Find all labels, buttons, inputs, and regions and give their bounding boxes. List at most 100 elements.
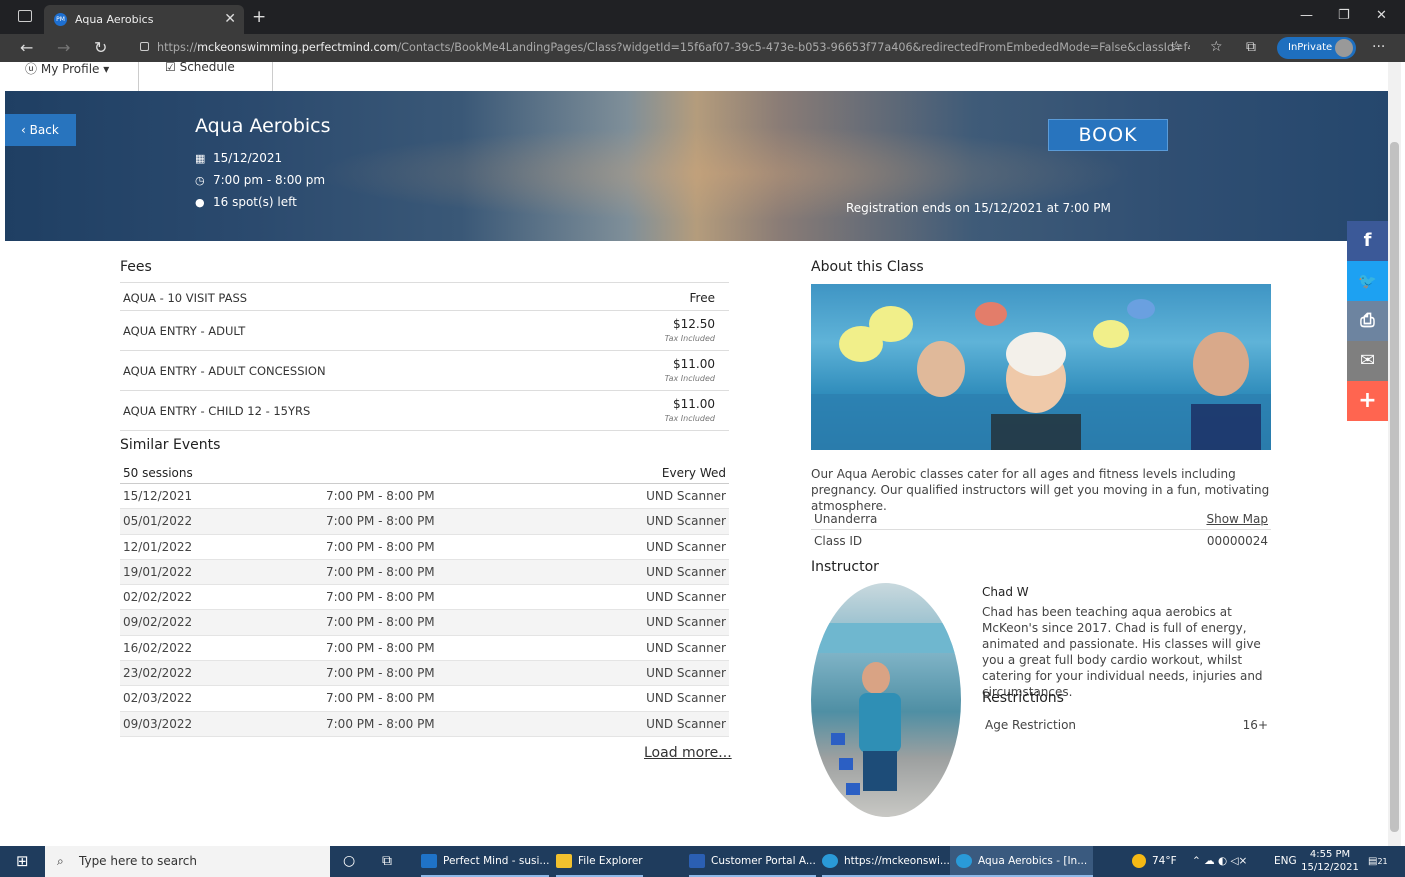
aqua-class-photo-illustration: [811, 299, 1271, 450]
url-field[interactable]: https://mckeonswimming.perfectmind.com/C…: [140, 38, 1190, 58]
registration-note: Registration ends on 15/12/2021 at 7:00 …: [846, 201, 1111, 215]
clock-icon: ◷: [195, 174, 205, 187]
print-icon[interactable]: ⎙: [1347, 301, 1388, 341]
event-row[interactable]: 12/01/2022 7:00 PM - 8:00 PM UND Scanner: [120, 535, 729, 560]
event-row[interactable]: 23/02/2022 7:00 PM - 8:00 PM UND Scanner: [120, 661, 729, 687]
new-tab-icon[interactable]: +: [252, 7, 266, 27]
browser-tab[interactable]: PM Aqua Aerobics ✕: [44, 5, 244, 34]
fees-list: AQUA - 10 VISIT PASS Free AQUA ENTRY - A…: [120, 282, 729, 431]
taskbar-app-edge[interactable]: https://mckeonswi...: [822, 846, 950, 877]
profile-avatar: [1335, 39, 1353, 57]
my-profile-menu[interactable]: ⓤ My Profile ▾: [25, 62, 109, 77]
show-map-link[interactable]: Show Map: [1206, 508, 1268, 530]
calendar-check-icon: ☑: [165, 62, 176, 74]
site-top-nav: ⓤ My Profile ▾ ☑ Schedule: [5, 62, 1388, 91]
tab-actions-icon[interactable]: [18, 10, 32, 22]
event-row[interactable]: 02/03/2022 7:00 PM - 8:00 PM UND Scanner: [120, 686, 729, 712]
class-spots: ● 16 spot(s) left: [195, 195, 297, 209]
facebook-share-icon[interactable]: f: [1347, 221, 1388, 261]
similar-events-heading: Similar Events: [120, 437, 221, 453]
back-button[interactable]: ‹ Back: [5, 114, 76, 146]
windows-start-icon[interactable]: ⊞: [16, 846, 29, 877]
cortana-icon[interactable]: ○: [343, 846, 355, 877]
book-button[interactable]: BOOK: [1048, 119, 1168, 151]
back-arrow-icon[interactable]: ←: [20, 38, 33, 57]
fee-row: AQUA ENTRY - ADULT CONCESSION $11.00 Tax …: [120, 351, 729, 391]
instructor-photo: [811, 583, 961, 817]
fees-heading: Fees: [120, 259, 152, 275]
system-tray-icons[interactable]: ⌃ ☁ ◐ ◁×: [1192, 846, 1247, 877]
taskbar-clock[interactable]: 4:55 PM 15/12/2021: [1300, 848, 1360, 874]
taskbar-app-word[interactable]: Customer Portal A...: [689, 846, 816, 877]
class-id-row: Class ID 00000024: [814, 534, 1268, 548]
collections-icon[interactable]: ⧉: [1246, 39, 1256, 55]
events-header: 50 sessions Every Wed: [120, 462, 729, 484]
taskbar-app-edge-inprivate[interactable]: Aqua Aerobics - [In...: [950, 846, 1094, 877]
event-row[interactable]: 05/01/2022 7:00 PM - 8:00 PM UND Scanner: [120, 509, 729, 535]
address-bar: ← → ↻ https://mckeonswimming.perfectmind…: [0, 34, 1405, 62]
minimize-icon[interactable]: —: [1300, 8, 1313, 23]
tab-title: Aqua Aerobics: [75, 13, 154, 26]
class-photo: [811, 284, 1271, 450]
page-scrollbar[interactable]: [1388, 62, 1401, 846]
event-row[interactable]: 02/02/2022 7:00 PM - 8:00 PM UND Scanner: [120, 585, 729, 611]
calendar-icon: ▦: [195, 152, 206, 165]
task-view-icon[interactable]: ⧉: [382, 846, 392, 877]
forward-arrow-icon[interactable]: →: [57, 38, 70, 57]
scrollbar-thumb[interactable]: [1390, 142, 1399, 832]
fee-row: AQUA ENTRY - ADULT $12.50 Tax Included: [120, 311, 729, 351]
notification-count: 21: [1377, 857, 1388, 866]
event-row[interactable]: 09/02/2022 7:00 PM - 8:00 PM UND Scanner: [120, 610, 729, 636]
refresh-icon[interactable]: ↻: [94, 38, 107, 57]
class-time: ◷ 7:00 pm - 8:00 pm: [195, 173, 326, 187]
about-heading: About this Class: [811, 259, 924, 275]
instructor-name: Chad W: [982, 585, 1029, 599]
nav-divider: [272, 62, 273, 91]
similar-events-table: 50 sessions Every Wed 15/12/2021 7:00 PM …: [120, 462, 729, 737]
class-title: Aqua Aerobics: [195, 115, 331, 137]
language-indicator[interactable]: ENG: [1274, 846, 1297, 877]
schedule-menu[interactable]: ☑ Schedule: [165, 62, 235, 74]
notification-center-icon[interactable]: ▤21: [1368, 846, 1388, 877]
location-row: Unanderra Show Map: [811, 508, 1271, 530]
event-row[interactable]: 09/03/2022 7:00 PM - 8:00 PM UND Scanner: [120, 711, 729, 737]
site-favicon-icon: PM: [54, 13, 67, 26]
windows-taskbar: ⊞ ⌕ Type here to search ○ ⧉ Perfect Mind…: [0, 846, 1405, 877]
taskbar-app-outlook[interactable]: Perfect Mind - susi...: [421, 846, 550, 877]
event-row[interactable]: 19/01/2022 7:00 PM - 8:00 PM UND Scanner: [120, 559, 729, 586]
person-icon: ●: [195, 196, 205, 209]
taskbar-search-input[interactable]: ⌕ Type here to search: [45, 846, 330, 877]
event-row[interactable]: 16/02/2022 7:00 PM - 8:00 PM UND Scanner: [120, 636, 729, 662]
instructor-bio: Chad has been teaching aqua aerobics at …: [982, 605, 1263, 699]
weather-widget[interactable]: 74°F: [1132, 846, 1177, 877]
event-row[interactable]: 15/12/2021 7:00 PM - 8:00 PM UND Scanner: [120, 484, 729, 510]
profile-icon: ⓤ: [25, 62, 38, 76]
load-more-link[interactable]: Load more...: [644, 745, 732, 761]
favorites-icon[interactable]: ☆: [1210, 39, 1223, 55]
browser-tab-bar: PM Aqua Aerobics ✕ + — ❐ ✕: [0, 0, 1405, 34]
instructor-heading: Instructor: [811, 559, 879, 575]
email-share-icon[interactable]: ✉: [1347, 341, 1388, 381]
close-tab-icon[interactable]: ✕: [224, 11, 236, 27]
class-description: Our Aqua Aerobic classes cater for all a…: [811, 467, 1270, 513]
more-menu-icon[interactable]: ···: [1372, 39, 1385, 55]
chevron-left-icon: ‹: [21, 123, 26, 137]
close-window-icon[interactable]: ✕: [1376, 8, 1387, 23]
taskbar-app-file-explorer[interactable]: File Explorer: [556, 846, 643, 877]
restrictions-heading: Restrictions: [982, 690, 1064, 706]
nav-divider: [138, 62, 139, 91]
fee-row: AQUA - 10 VISIT PASS Free: [120, 283, 729, 311]
lock-icon: [140, 42, 149, 51]
page-content: ⓤ My Profile ▾ ☑ Schedule ‹ Back Aqua Ae…: [5, 62, 1388, 846]
class-date: ▦ 15/12/2021: [195, 151, 283, 165]
inprivate-badge[interactable]: InPrivate: [1277, 37, 1356, 59]
add-favorite-icon[interactable]: ☆: [1170, 39, 1183, 55]
restore-icon[interactable]: ❐: [1338, 8, 1350, 23]
instructor-photo-illustration: [811, 623, 961, 795]
age-restriction-row: Age Restriction 16+: [985, 718, 1268, 732]
twitter-share-icon[interactable]: 🐦: [1347, 261, 1388, 301]
class-header-banner: ‹ Back Aqua Aerobics ▦ 15/12/2021 ◷ 7:00 p…: [5, 91, 1388, 241]
more-share-icon[interactable]: +: [1347, 381, 1388, 421]
search-icon: ⌕: [57, 854, 64, 868]
fee-row: AQUA ENTRY - CHILD 12 - 15YRS $11.00 Tax …: [120, 391, 729, 431]
